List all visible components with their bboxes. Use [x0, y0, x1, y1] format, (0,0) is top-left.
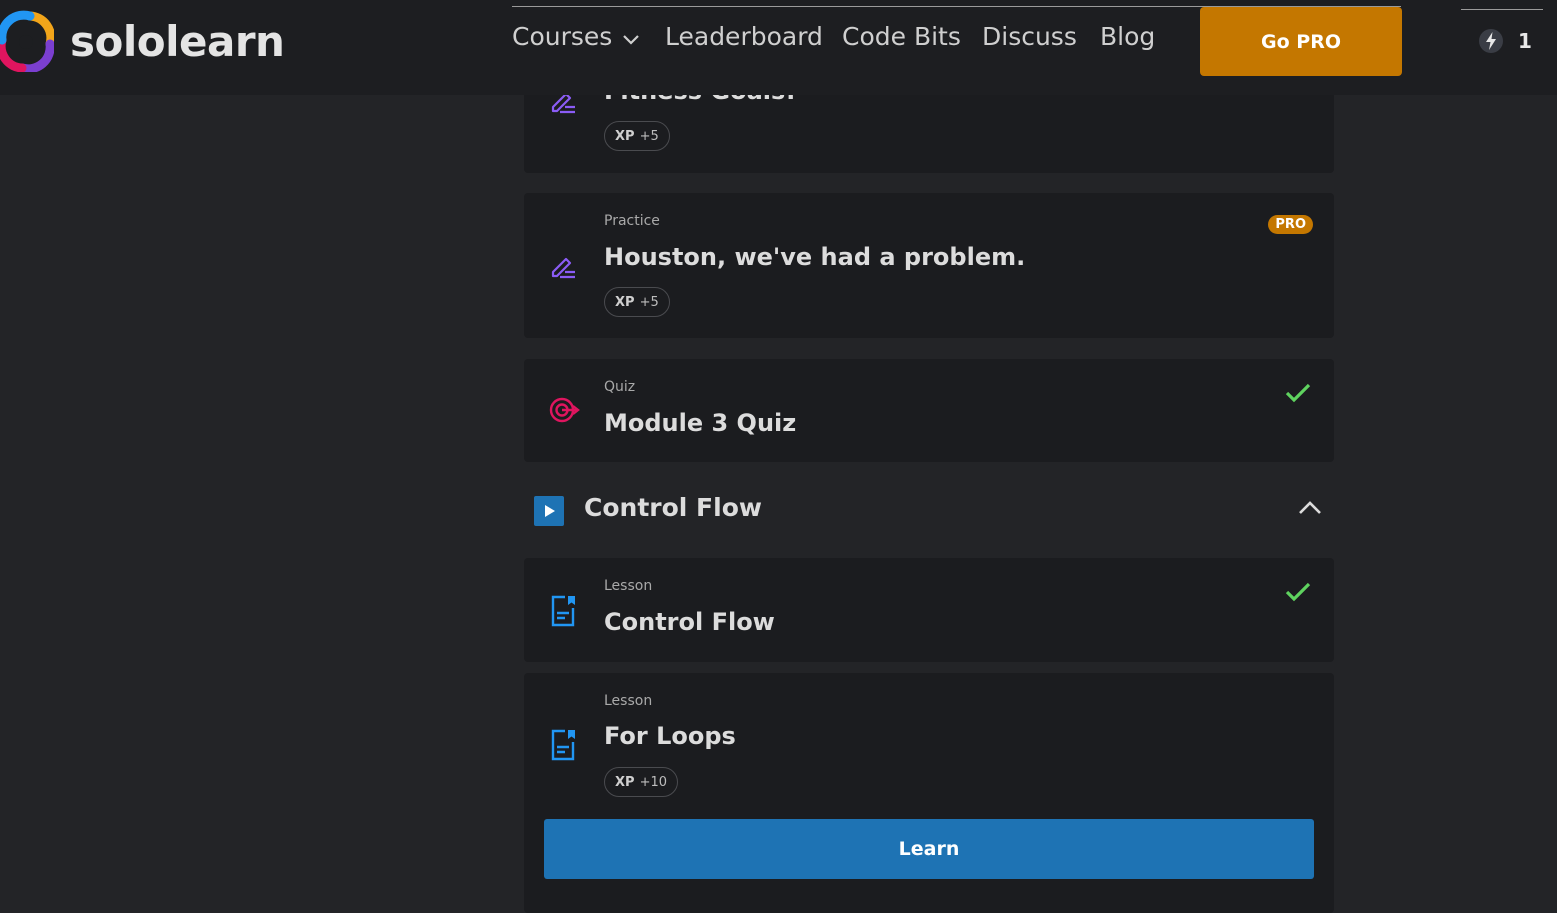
lesson-card[interactable]: Lesson Control Flow: [524, 558, 1334, 662]
streak-indicator[interactable]: 1: [1478, 28, 1532, 54]
lesson-document-icon: [551, 595, 575, 627]
nav-courses-label: Courses: [512, 22, 613, 51]
quiz-card[interactable]: Quiz Module 3 Quiz: [524, 359, 1334, 462]
pro-badge: PRO: [1268, 215, 1313, 234]
practice-pencil-icon: [551, 257, 575, 279]
module-header[interactable]: Control Flow: [524, 480, 1334, 540]
xp-value: +5: [639, 294, 659, 310]
nav-code-bits[interactable]: Code Bits: [842, 22, 961, 51]
card-type: Practice: [604, 213, 660, 229]
card-title: Module 3 Quiz: [604, 409, 797, 437]
checkmark-icon: [1285, 582, 1311, 602]
divider: [1461, 9, 1543, 10]
xp-label: XP: [615, 774, 635, 790]
card-title: Control Flow: [604, 608, 775, 636]
logo[interactable]: sololearn: [0, 10, 285, 72]
nav-leaderboard[interactable]: Leaderboard: [665, 22, 823, 51]
play-icon: [534, 496, 564, 526]
practice-card[interactable]: Practice PRO Houston, we've had a proble…: [524, 193, 1334, 338]
checkmark-icon: [1285, 383, 1311, 403]
nav-courses[interactable]: Courses: [512, 22, 640, 51]
go-pro-button[interactable]: Go PRO: [1200, 7, 1402, 76]
streak-count: 1: [1518, 29, 1532, 53]
nav-discuss[interactable]: Discuss: [982, 22, 1077, 51]
sololearn-logo-icon: [0, 10, 54, 72]
module-title: Control Flow: [584, 493, 762, 522]
nav-blog[interactable]: Blog: [1100, 22, 1155, 51]
xp-badge: XP +5: [604, 287, 670, 317]
xp-badge: XP +10: [604, 767, 678, 797]
chevron-down-icon: [623, 34, 640, 45]
card-type: Quiz: [604, 379, 636, 395]
card-title: Houston, we've had a problem.: [604, 243, 1026, 271]
lightning-bolt-icon: [1479, 29, 1503, 53]
xp-badge: XP +5: [604, 121, 670, 151]
xp-label: XP: [615, 294, 635, 310]
card-type: Lesson: [604, 578, 653, 594]
lesson-document-icon: [551, 729, 575, 761]
card-title: For Loops: [604, 722, 736, 750]
xp-value: +5: [639, 128, 659, 144]
brand-name: sololearn: [70, 16, 285, 66]
top-navigation-bar: sololearn Courses Leaderboard Code Bits …: [0, 0, 1557, 95]
learn-button[interactable]: Learn: [544, 819, 1314, 879]
xp-label: XP: [615, 128, 635, 144]
chevron-up-icon[interactable]: [1298, 500, 1322, 516]
quiz-target-icon: [549, 397, 580, 423]
card-type: Lesson: [604, 693, 653, 709]
lesson-card[interactable]: Lesson For Loops XP +10 Learn: [524, 673, 1334, 913]
xp-value: +10: [639, 774, 667, 790]
